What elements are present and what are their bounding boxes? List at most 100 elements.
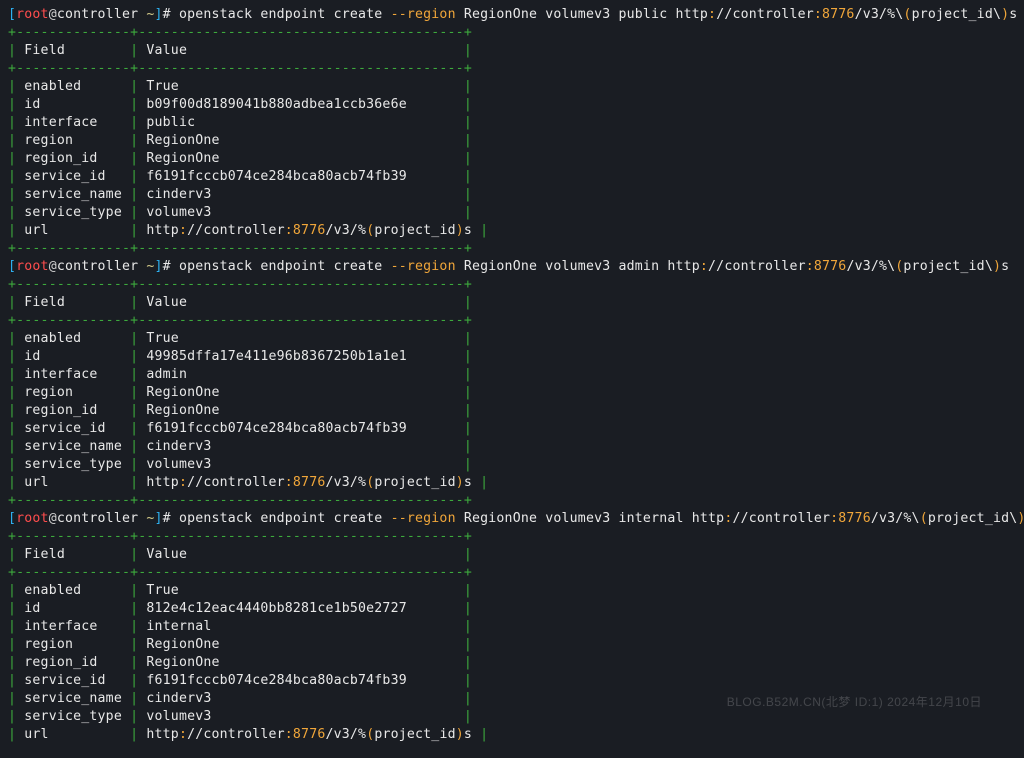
- table-border: +--------------+------------------------…: [8, 564, 1016, 582]
- pipe: |: [122, 619, 146, 634]
- prompt-cwd: ~: [146, 511, 154, 526]
- table-row-url: | url | http://controller:8776/v3/%(proj…: [8, 726, 1016, 744]
- cmd-flag-region: --region: [391, 259, 456, 274]
- cell-field: url: [24, 223, 122, 238]
- col-header-value: Value: [146, 295, 455, 310]
- prompt-user: root: [16, 7, 49, 22]
- cmd-flag-region: --region: [391, 7, 456, 22]
- pipe: |: [122, 439, 146, 454]
- table-border-chars: +--------------+------------------------…: [8, 313, 472, 328]
- table-row: | id | 812e4c12eac4440bb8281ce1b50e2727 …: [8, 600, 1016, 618]
- cell-value: True: [146, 331, 455, 346]
- table-row: | region | RegionOne |: [8, 132, 1016, 150]
- cell-value: cinderv3: [146, 187, 455, 202]
- pipe: |: [8, 727, 24, 742]
- cell-value: True: [146, 79, 455, 94]
- cell-field: enabled: [24, 331, 122, 346]
- command-line[interactable]: [root@controller ~]# openstack endpoint …: [8, 6, 1016, 24]
- cell-field: service_id: [24, 421, 122, 436]
- pipe: |: [122, 691, 146, 706]
- pipe: |: [8, 457, 24, 472]
- table-border-chars: +--------------+------------------------…: [8, 25, 472, 40]
- cell-value: volumev3: [146, 457, 455, 472]
- pipe: |: [8, 97, 24, 112]
- prompt-host: controller: [57, 511, 138, 526]
- url-part: /v3/%: [325, 223, 366, 238]
- prompt-host: controller: [57, 259, 138, 274]
- pipe: |: [456, 601, 472, 616]
- table-border-chars: +--------------+------------------------…: [8, 529, 472, 544]
- prompt-at: @: [49, 7, 57, 22]
- url-part: http: [146, 475, 179, 490]
- url-part: :: [285, 475, 293, 490]
- cell-value: 812e4c12eac4440bb8281ce1b50e2727: [146, 601, 455, 616]
- pipe: |: [8, 691, 24, 706]
- table-row: | id | b09f00d8189041b880adbea1ccb36e6e …: [8, 96, 1016, 114]
- cmd-text: openstack endpoint create: [179, 7, 391, 22]
- cmd-text: s: [1009, 7, 1017, 22]
- prompt-at: @: [49, 259, 57, 274]
- command-line[interactable]: [root@controller ~]# openstack endpoint …: [8, 510, 1016, 528]
- table-row: | enabled | True |: [8, 78, 1016, 96]
- table-row: | service_type | volumev3 |: [8, 708, 1016, 726]
- table-row: | service_type | volumev3 |: [8, 456, 1016, 474]
- cmd-text: /v3/%\: [855, 7, 904, 22]
- pipe: |: [122, 709, 146, 724]
- cmd-flag-region: --region: [391, 511, 456, 526]
- cell-value: cinderv3: [146, 691, 455, 706]
- pipe: |: [122, 637, 146, 652]
- table-row: | region_id | RegionOne |: [8, 654, 1016, 672]
- pipe: |: [122, 223, 146, 238]
- url-part: //controller: [187, 727, 285, 742]
- cell-value: volumev3: [146, 205, 455, 220]
- cell-field: interface: [24, 367, 122, 382]
- table-border-chars: +--------------+------------------------…: [8, 241, 472, 256]
- url-part: 8776: [293, 727, 326, 742]
- cmd-colon: :: [806, 259, 814, 274]
- cell-field: region_id: [24, 655, 122, 670]
- terminal-output[interactable]: [root@controller ~]# openstack endpoint …: [0, 0, 1024, 752]
- table-border-chars: +--------------+------------------------…: [8, 565, 472, 580]
- table-border: +--------------+------------------------…: [8, 24, 1016, 42]
- pipe: |: [122, 133, 146, 148]
- table-row: | interface | admin |: [8, 366, 1016, 384]
- cell-value: True: [146, 583, 455, 598]
- cmd-paren-close: ): [993, 259, 1001, 274]
- table-border-chars: +--------------+------------------------…: [8, 493, 472, 508]
- pipe: |: [456, 43, 472, 58]
- url-part: s: [464, 223, 472, 238]
- table-row: | region_id | RegionOne |: [8, 150, 1016, 168]
- pipe: |: [456, 403, 472, 418]
- pipe: |: [8, 331, 24, 346]
- pipe: |: [456, 457, 472, 472]
- cell-value: f6191fcccb074ce284bca80acb74fb39: [146, 169, 455, 184]
- url-part: project_id: [374, 475, 455, 490]
- cell-field: enabled: [24, 583, 122, 598]
- url-part: ): [456, 223, 464, 238]
- cell-field: url: [24, 727, 122, 742]
- pipe: |: [8, 349, 24, 364]
- pipe: |: [122, 205, 146, 220]
- cell-field: id: [24, 601, 122, 616]
- pipe: |: [8, 709, 24, 724]
- pipe: |: [8, 79, 24, 94]
- url-part: //controller: [187, 223, 285, 238]
- table-row: | region | RegionOne |: [8, 636, 1016, 654]
- command-line[interactable]: [root@controller ~]# openstack endpoint …: [8, 258, 1016, 276]
- pipe: |: [122, 79, 146, 94]
- pipe: |: [8, 421, 24, 436]
- cell-value: RegionOne: [146, 655, 455, 670]
- pipe: |: [8, 43, 24, 58]
- cmd-text: //controller: [732, 511, 830, 526]
- cell-value: 49985dffa17e411e96b8367250b1a1e1: [146, 349, 455, 364]
- url-part: :: [285, 727, 293, 742]
- pipe: |: [456, 187, 472, 202]
- table-row: | interface | public |: [8, 114, 1016, 132]
- cmd-text: //controller: [708, 259, 806, 274]
- pipe: |: [456, 421, 472, 436]
- pipe: |: [8, 547, 24, 562]
- url-part: 8776: [293, 475, 326, 490]
- table-border-chars: +--------------+------------------------…: [8, 61, 472, 76]
- pipe: |: [456, 673, 472, 688]
- pipe: |: [472, 727, 488, 742]
